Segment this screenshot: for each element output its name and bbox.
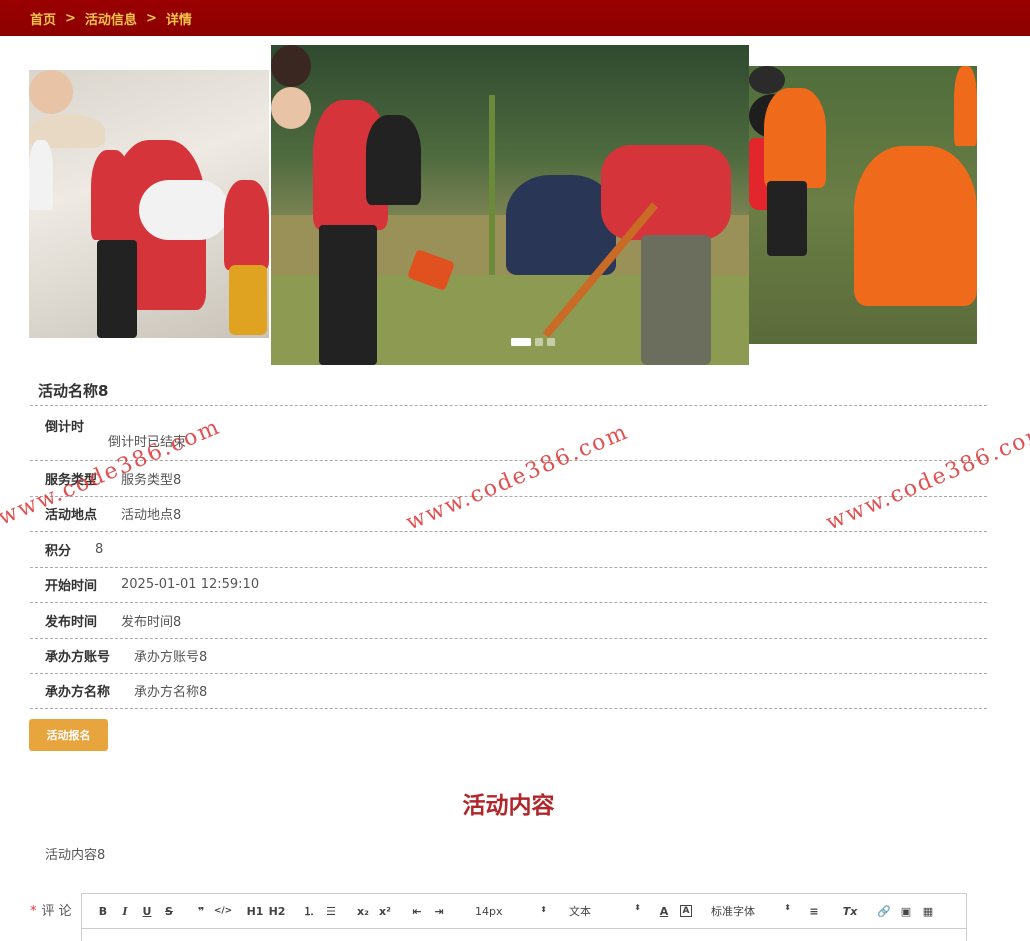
person-figure (601, 145, 731, 240)
editor-toolbar: B I U S ❞ </> H1 H2 ⒈ ☰ x₂ x² ⇤ ⇥ 14px ⬍ … (82, 894, 966, 929)
block-format-value: 文本 (569, 905, 591, 918)
org-name-value: 承办方名称8 (134, 685, 208, 701)
chevron-updown-icon: ⬍ (634, 903, 641, 912)
person-face (29, 70, 73, 114)
org-account-value: 承办方账号8 (134, 650, 208, 666)
person-legs (641, 235, 711, 365)
person-hair (271, 45, 311, 87)
activity-title: 活动名称8 (38, 382, 109, 400)
clear-format-icon[interactable]: Tx (839, 905, 861, 918)
breadcrumb-separator: > (65, 10, 76, 26)
chevron-updown-icon: ⬍ (540, 904, 547, 914)
publish-time-value: 发布时间8 (121, 614, 182, 630)
comment-label: * 评 论 (30, 900, 72, 919)
person-figure (954, 66, 977, 146)
font-family-value: 标准字体 (711, 905, 755, 918)
carousel-dot[interactable] (535, 338, 543, 346)
required-mark: * (30, 904, 37, 919)
info-row-org-account: 承办方账号 承办方账号8 (30, 637, 987, 674)
carousel-indicators (511, 338, 555, 346)
org-name-label: 承办方名称 (45, 685, 111, 701)
indent-icon[interactable]: ⇥ (428, 905, 450, 918)
italic-icon[interactable]: I (114, 905, 136, 918)
image-carousel[interactable] (0, 36, 1030, 371)
bullet-list-icon[interactable]: ☰ (320, 905, 342, 918)
countdown-label: 倒计时 (45, 420, 85, 435)
person-figure (764, 88, 826, 188)
background-color-icon[interactable]: A (680, 905, 692, 917)
person-legs (767, 181, 807, 256)
h1-icon[interactable]: H1 (244, 905, 266, 918)
publish-time-label: 发布时间 (45, 614, 98, 630)
points-label: 积分 (45, 543, 72, 559)
activity-signup-button[interactable]: 活动报名 (29, 719, 108, 751)
superscript-icon[interactable]: x² (374, 905, 396, 918)
subscript-icon[interactable]: x₂ (352, 905, 374, 918)
breadcrumb-activity-info[interactable]: 活动信息 (85, 9, 137, 28)
person-face (271, 87, 311, 129)
comment-editor[interactable]: B I U S ❞ </> H1 H2 ⒈ ☰ x₂ x² ⇤ ⇥ 14px ⬍ … (81, 893, 967, 941)
info-row-points: 积分 8 (30, 531, 987, 567)
person-legs (97, 240, 137, 338)
info-row-org-name: 承办方名称 承办方名称8 (30, 673, 987, 709)
info-row-publish-time: 发布时间 发布时间8 (30, 602, 987, 638)
carousel-slide-active[interactable] (271, 45, 749, 365)
location-value: 活动地点8 (121, 508, 182, 524)
carousel-slide-next[interactable] (749, 66, 977, 344)
font-size-value: 14px (475, 904, 503, 918)
start-time-label: 开始时间 (45, 579, 98, 595)
info-row-start-time: 开始时间 2025-01-01 12:59:10 (30, 566, 987, 603)
breadcrumb-detail: 详情 (165, 12, 192, 28)
video-icon[interactable]: ▦ (917, 905, 939, 918)
bold-icon[interactable]: B (92, 905, 114, 918)
comment-label-text: 评 论 (41, 904, 72, 919)
link-icon[interactable]: 🔗 (873, 905, 895, 918)
code-icon[interactable]: </> (212, 906, 234, 916)
start-time-value: 2025-01-01 12:59:10 (121, 577, 260, 593)
font-size-select[interactable]: 14px ⬍ (475, 905, 547, 918)
quote-icon[interactable]: ❞ (190, 905, 212, 918)
person-figure (506, 175, 616, 275)
bottle (229, 265, 267, 335)
chevron-updown-icon: ⬍ (784, 903, 791, 912)
image-icon[interactable]: ▣ (895, 905, 917, 918)
person-legs (319, 225, 377, 365)
sapling (489, 95, 495, 275)
carousel-dot[interactable] (547, 338, 555, 346)
carousel-slide-prev[interactable] (29, 70, 269, 338)
align-icon[interactable]: ≡ (803, 905, 825, 918)
breadcrumb-separator: > (145, 10, 157, 26)
carousel-dot-active[interactable] (511, 338, 531, 346)
h2-icon[interactable]: H2 (266, 905, 288, 918)
org-account-label: 承办方账号 (45, 650, 111, 666)
person-arm (139, 180, 229, 240)
person-jacket (366, 115, 421, 205)
content-text: 活动内容8 (45, 848, 106, 863)
person-figure (854, 146, 977, 306)
outdent-icon[interactable]: ⇤ (406, 905, 428, 918)
top-bar: 首页 > 活动信息 > 详情 (0, 0, 1030, 36)
points-value: 8 (95, 541, 104, 557)
strike-icon[interactable]: S (158, 905, 180, 918)
content-heading: 活动内容 (462, 793, 555, 819)
person-figure (224, 180, 269, 270)
text-color-icon[interactable]: A (653, 905, 675, 918)
font-family-select[interactable]: 标准字体 ⬍ (711, 903, 791, 919)
person-figure (29, 140, 53, 210)
underline-icon[interactable]: U (136, 905, 158, 918)
breadcrumb-home[interactable]: 首页 (30, 9, 56, 28)
block-format-select[interactable]: 文本 ⬍ (569, 903, 641, 919)
ordered-list-icon[interactable]: ⒈ (298, 903, 320, 919)
